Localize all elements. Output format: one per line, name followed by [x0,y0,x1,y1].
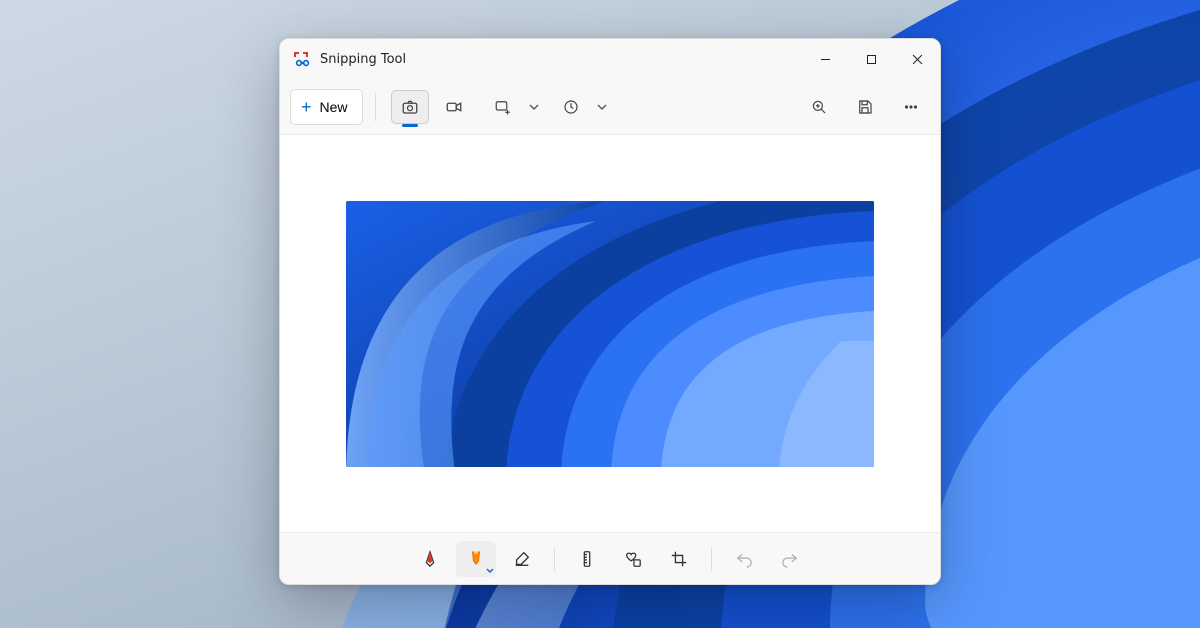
more-button[interactable] [892,90,930,124]
captured-snip[interactable] [346,201,874,467]
delay-button[interactable] [552,90,590,124]
snip-mode-button[interactable] [391,90,429,124]
snipping-tool-window: Snipping Tool + New [279,38,941,585]
record-mode-button[interactable] [435,90,473,124]
crop-tool[interactable] [659,541,699,577]
shapes-tool[interactable] [613,541,653,577]
highlighter-icon [467,550,485,568]
zoom-in-icon [810,98,828,116]
footer-divider [711,547,712,571]
canvas-area [280,135,940,532]
eraser-tool[interactable] [502,541,542,577]
zoom-button[interactable] [800,90,838,124]
undo-icon [735,550,753,568]
shapes-icon [624,550,642,568]
pen-tool[interactable] [410,541,450,577]
window-title: Snipping Tool [320,52,406,67]
pen-icon [421,550,439,568]
delay-dropdown[interactable] [552,90,612,124]
new-button[interactable]: + New [290,89,363,125]
annotation-toolbar [280,532,940,584]
redo-button[interactable] [770,541,810,577]
plus-icon: + [301,98,312,116]
ruler-tool[interactable] [567,541,607,577]
footer-divider [554,547,555,571]
crop-icon [670,550,688,568]
titlebar[interactable]: Snipping Tool [280,39,940,79]
camera-icon [401,98,419,116]
toolbar-divider [375,93,376,121]
chevron-down-icon [486,567,494,575]
rectangle-plus-icon [494,98,512,116]
snip-shape-button[interactable] [484,90,522,124]
chevron-down-icon[interactable] [524,90,544,124]
chevron-down-icon[interactable] [592,90,612,124]
app-icon [292,50,310,68]
more-icon [902,98,920,116]
ruler-icon [578,550,596,568]
desktop-background: Snipping Tool + New [0,0,1200,628]
save-icon [856,98,874,116]
undo-button[interactable] [724,541,764,577]
close-button[interactable] [894,39,940,79]
eraser-icon [513,550,531,568]
minimize-button[interactable] [802,39,848,79]
redo-icon [781,550,799,568]
new-button-label: New [320,99,348,115]
save-button[interactable] [846,90,884,124]
maximize-button[interactable] [848,39,894,79]
snip-shape-dropdown[interactable] [484,90,544,124]
highlighter-tool[interactable] [456,541,496,577]
video-icon [445,98,463,116]
toolbar: + New [280,79,940,135]
clock-icon [562,98,580,116]
